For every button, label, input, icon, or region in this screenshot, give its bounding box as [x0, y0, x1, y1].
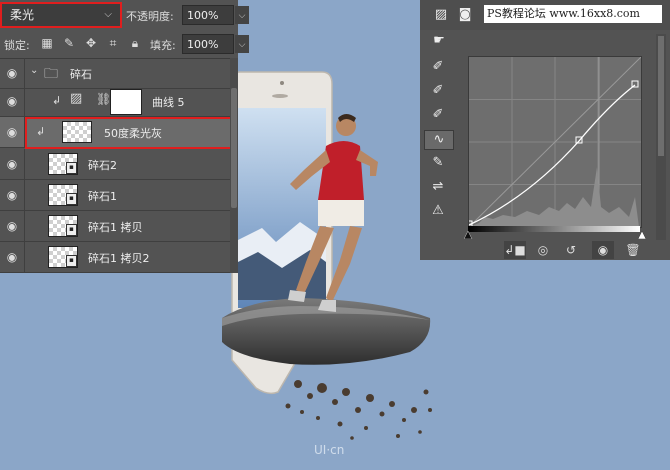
layers-panel: 柔光 ⌵ 不透明度: 100% ⌵ 锁定: ▦ ✎ ✥ ⌗ 🔒︎ 填充: 100…: [0, 0, 249, 273]
layer-name: 碎石1 拷贝: [88, 221, 143, 234]
edit-points-curve-icon[interactable]: ∿: [424, 130, 454, 150]
curves-adjustment-icon[interactable]: ▨: [432, 6, 450, 24]
layer-name: 碎石: [70, 68, 92, 81]
blend-mode-value: 柔光: [10, 8, 35, 22]
properties-footer: ↲■ ◎ ↺ ◉ 🗑︎: [420, 240, 670, 260]
white-point-eyedropper-icon[interactable]: ✐: [424, 106, 452, 124]
link-icon: ⛓: [96, 92, 112, 106]
fill-dropdown-button[interactable]: ⌵: [235, 35, 249, 53]
lock-all-icon[interactable]: 🔒︎: [128, 36, 142, 50]
smart-object-icon: ▪: [66, 255, 77, 267]
curves-graph[interactable]: [465, 56, 642, 228]
layer-name: 碎石2: [88, 159, 117, 172]
smart-object-thumbnail[interactable]: ▪: [48, 246, 78, 268]
lock-transparent-pixels-icon[interactable]: ▦: [40, 36, 54, 50]
clipping-warning-icon[interactable]: ⚠: [424, 202, 452, 220]
layer-name: 碎石1 拷贝2: [88, 252, 150, 265]
lock-image-pixels-icon[interactable]: ✎: [62, 36, 76, 50]
pencil-draw-icon[interactable]: ✎: [424, 154, 452, 172]
properties-header: ▨ ◙ PS教程论坛 www.16xx8.com: [420, 0, 670, 30]
folder-icon: 🗀: [44, 66, 58, 82]
properties-scrollbar[interactable]: [656, 34, 666, 244]
selected-layer-highlight: [25, 117, 235, 149]
clip-to-layer-button[interactable]: ↲■: [504, 241, 526, 259]
black-point-eyedropper-icon[interactable]: ✐: [424, 58, 452, 76]
smart-object-thumbnail[interactable]: ▪: [48, 153, 78, 175]
curves-adjustment-icon: ▨: [70, 91, 83, 106]
layers-scrollbar[interactable]: [230, 58, 238, 273]
layer-name: 曲线 5: [152, 96, 185, 109]
clipping-mask-icon: ↲: [52, 94, 62, 107]
fill-input[interactable]: 100% ⌵: [182, 34, 249, 54]
smart-object-icon: ▪: [66, 162, 77, 174]
layer-row[interactable]: ◉ ▪ 碎石1: [0, 180, 238, 211]
opacity-value: 100%: [187, 9, 219, 22]
opacity-dropdown-button[interactable]: ⌵: [235, 6, 249, 24]
chevron-down-icon: ⌵: [104, 9, 112, 20]
layer-name: 碎石1: [88, 190, 117, 203]
visibility-eye-icon[interactable]: ◉: [0, 58, 25, 88]
layer-row[interactable]: ◉ ▪ 碎石2: [0, 149, 238, 180]
reset-adjustment-button[interactable]: ↺: [560, 241, 582, 259]
delete-adjustment-button[interactable]: 🗑︎: [622, 241, 644, 259]
visibility-eye-icon[interactable]: ◉: [0, 242, 25, 272]
layers-lock-row: 锁定: ▦ ✎ ✥ ⌗ 🔒︎ 填充: 100% ⌵: [0, 30, 249, 59]
smart-object-icon: ▪: [66, 224, 77, 236]
opacity-input[interactable]: 100% ⌵: [182, 5, 249, 25]
blend-mode-select[interactable]: 柔光 ⌵: [0, 2, 122, 28]
lock-artboard-icon[interactable]: ⌗: [106, 36, 120, 50]
properties-curves-panel: ▨ ◙ PS教程论坛 www.16xx8.com ☛ ✐ ✐ ✐ ∿ ✎ ⇌ ⚠: [420, 0, 670, 260]
fill-label: 填充:: [150, 39, 176, 52]
smart-object-thumbnail[interactable]: ▪: [48, 184, 78, 206]
smooth-curve-icon[interactable]: ⇌: [424, 178, 452, 196]
view-previous-state-button[interactable]: ◎: [532, 241, 554, 259]
visibility-eye-icon[interactable]: ◉: [0, 149, 25, 179]
visibility-eye-icon[interactable]: ◉: [0, 86, 25, 116]
target-adjust-hand-icon[interactable]: ☛: [430, 32, 448, 50]
smart-object-icon: ▪: [66, 193, 77, 205]
layer-group-row[interactable]: ◉ ⌄ 🗀 碎石: [0, 58, 238, 89]
visibility-eye-icon[interactable]: ◉: [0, 180, 25, 210]
gray-point-eyedropper-icon[interactable]: ✐: [424, 82, 452, 100]
visibility-eye-icon[interactable]: ◉: [0, 117, 25, 147]
opacity-label: 不透明度:: [126, 10, 174, 23]
smart-object-thumbnail[interactable]: ▪: [48, 215, 78, 237]
scrollbar-thumb[interactable]: [658, 36, 664, 156]
scrollbar-thumb[interactable]: [231, 88, 237, 208]
curves-graph-drawing: [465, 56, 642, 228]
input-sliders[interactable]: [464, 231, 646, 239]
lock-label: 锁定:: [4, 39, 30, 52]
expand-chevron-icon[interactable]: ⌄: [30, 65, 38, 76]
fill-value: 100%: [187, 38, 219, 51]
layers-options-row: 柔光 ⌵ 不透明度: 100% ⌵: [0, 0, 249, 30]
rock-debris: [285, 380, 432, 440]
site-logo: UI·cn: [314, 443, 345, 457]
toggle-visibility-button[interactable]: ◉: [592, 241, 614, 259]
lock-position-icon[interactable]: ✥: [84, 36, 98, 50]
mask-icon[interactable]: ◙: [456, 6, 474, 24]
layer-row[interactable]: ◉ ↲ ▨ ⛓ 曲线 5: [0, 86, 238, 117]
layer-mask-thumbnail[interactable]: [110, 89, 142, 115]
layer-row[interactable]: ◉ ▪ 碎石1 拷贝: [0, 211, 238, 242]
watermark-banner: PS教程论坛 www.16xx8.com: [484, 5, 662, 23]
visibility-eye-icon[interactable]: ◉: [0, 211, 25, 241]
layer-row[interactable]: ◉ ▪ 碎石1 拷贝2: [0, 242, 238, 273]
